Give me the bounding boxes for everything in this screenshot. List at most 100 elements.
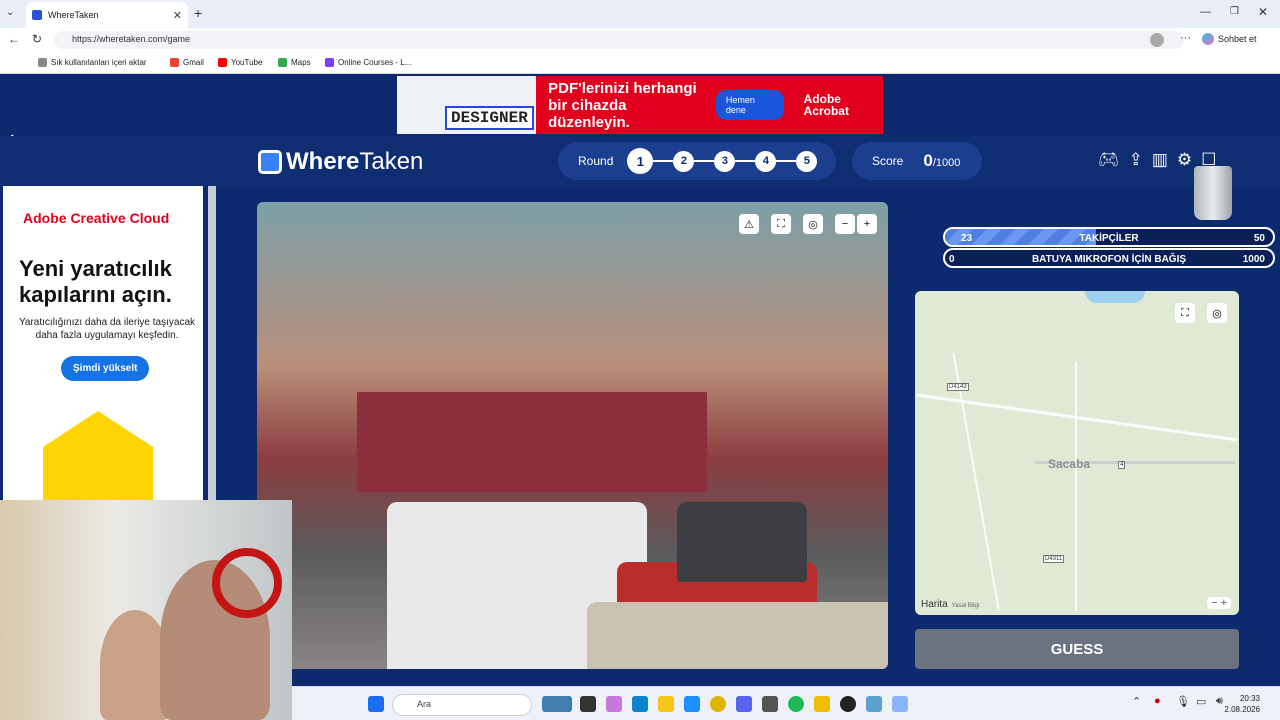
- bookmark-label: Sık kullanılanları içeri aktar: [51, 58, 147, 67]
- webcam-cup-overlay: [1194, 166, 1232, 220]
- game-header: Where Taken Round 1 2 3 4 5 Score 0/1000 …: [0, 136, 1280, 186]
- spotify-icon[interactable]: [788, 696, 804, 712]
- donation-goal-bar: 0 BATUYA MIKROFON İÇİN BAĞIŞ 1000: [943, 248, 1275, 268]
- close-window-icon[interactable]: ✕: [1258, 5, 1268, 19]
- url-field[interactable]: https://wheretaken.com/game: [54, 31, 1184, 49]
- ad-designer-label: DESIGNER: [445, 106, 534, 130]
- map-water: [1085, 291, 1145, 303]
- ad-cta-button[interactable]: Hemen dene: [715, 90, 784, 120]
- ad-headline: PDF'lerinizi herhangi bir cihazda düzenl…: [548, 79, 697, 131]
- map-attribution: Harita Yasal Bilgi: [921, 599, 979, 610]
- app-icon[interactable]: [892, 696, 908, 712]
- report-icon[interactable]: ⚠: [739, 214, 759, 234]
- app-icon[interactable]: [866, 696, 882, 712]
- map-city-label: Sacaba: [1048, 457, 1091, 471]
- map-attribution-text: Harita: [921, 599, 948, 610]
- photo-wall: [357, 392, 707, 492]
- tray-app-icon[interactable]: ●: [1154, 695, 1161, 707]
- refresh-icon[interactable]: ↻: [32, 32, 42, 46]
- stats-icon[interactable]: ▥: [1152, 150, 1168, 170]
- tab-list-icon[interactable]: ⌄: [6, 7, 14, 18]
- network-icon[interactable]: ▭: [1196, 695, 1206, 708]
- webcam-overlay: [0, 500, 292, 720]
- youtube-icon: [218, 58, 227, 67]
- volume-icon[interactable]: 🔊︎: [1216, 695, 1223, 708]
- score-value: 0/1000: [923, 151, 960, 171]
- bookmark-import[interactable]: Sık kullanılanları içeri aktar: [38, 58, 147, 67]
- app-icon[interactable]: [762, 696, 778, 712]
- windows-taskbar: Ara ⌃ ● 🎙︎ ▭ 🔊︎ 20:33 2.08.2026: [292, 686, 1280, 720]
- guess-map[interactable]: ⛶ ◎ D4143 Sacaba 4 D4311 Harita Yasal Bil…: [915, 291, 1239, 615]
- copilot-taskbar-icon[interactable]: [606, 696, 622, 712]
- fullscreen-icon[interactable]: ⛶: [771, 214, 791, 234]
- photo-car: [587, 602, 888, 669]
- map-road-label: 4: [1118, 461, 1126, 469]
- ad-brand: Adobe Acrobat: [803, 92, 849, 118]
- score-label: Score: [872, 154, 904, 168]
- round-connector: [694, 160, 715, 162]
- round-connector: [776, 160, 797, 162]
- taskbar-clock[interactable]: 20:33 2.08.2026: [1224, 693, 1260, 715]
- share-icon[interactable]: ⇪: [1129, 150, 1143, 170]
- close-tab-icon[interactable]: ✕: [173, 9, 182, 22]
- ad-scrollbar[interactable]: [208, 186, 216, 501]
- bookmark-label: Maps: [291, 58, 311, 67]
- copilot-button[interactable]: Sohbet et: [1202, 33, 1257, 45]
- donation-label: BATUYA MIKROFON İÇİN BAĞIŞ: [1031, 254, 1187, 265]
- file-explorer-icon[interactable]: [658, 696, 674, 712]
- edge-icon[interactable]: [632, 696, 648, 712]
- store-icon[interactable]: [684, 696, 700, 712]
- profile-avatar[interactable]: [1150, 33, 1164, 47]
- bookmark-label: Online Courses - L...: [338, 58, 412, 67]
- obs-icon[interactable]: [840, 696, 856, 712]
- start-icon[interactable]: [368, 696, 384, 712]
- browser-tab-bar: ⌄ WhereTaken ✕ + — ❐ ✕: [0, 0, 1280, 28]
- browser-tab[interactable]: WhereTaken ✕: [26, 2, 188, 28]
- discord-icon[interactable]: [736, 696, 752, 712]
- headset-icon: [212, 548, 282, 618]
- app-icon[interactable]: [814, 696, 830, 712]
- round-5: 5: [796, 150, 818, 172]
- bookmark-online-courses[interactable]: Online Courses - L...: [325, 58, 411, 67]
- gmail-icon: [170, 58, 179, 67]
- taskbar-search[interactable]: Ara: [392, 694, 532, 716]
- task-view-icon[interactable]: [580, 696, 596, 712]
- street-photo[interactable]: ⚠ ⛶ ◎ − +: [257, 202, 888, 669]
- map-zoom-controls[interactable]: − +: [1207, 597, 1231, 609]
- copilot-icon: [1202, 33, 1214, 45]
- side-ad-illustration: [43, 411, 153, 501]
- widgets-icon[interactable]: [542, 696, 572, 712]
- gamepad-icon[interactable]: 🎮︎: [1098, 150, 1120, 170]
- clock-time: 20:33: [1239, 694, 1260, 703]
- followers-target: 50: [1253, 233, 1265, 244]
- clock-date: 2.08.2026: [1224, 705, 1260, 714]
- round-4: 4: [755, 150, 777, 172]
- map-legal-link[interactable]: Yasal Bilgi: [952, 603, 980, 609]
- map-recenter-icon[interactable]: ◎: [1207, 303, 1227, 323]
- round-3: 3: [714, 150, 736, 172]
- side-ad-cta-button[interactable]: Şimdi yükselt: [61, 356, 150, 381]
- followers-label: TAKİPÇİLER: [1079, 233, 1139, 244]
- minimize-icon[interactable]: —: [1200, 6, 1211, 18]
- tray-chevron-icon[interactable]: ⌃: [1132, 695, 1141, 708]
- wheretaken-logo[interactable]: Where Taken: [258, 148, 423, 176]
- zoom-in-icon[interactable]: +: [857, 214, 877, 234]
- recenter-icon[interactable]: ◎: [803, 214, 823, 234]
- microphone-icon[interactable]: 🎙︎: [1176, 695, 1190, 708]
- bookmark-gmail[interactable]: Gmail: [170, 58, 204, 67]
- chrome-icon[interactable]: [710, 696, 726, 712]
- more-menu-icon[interactable]: ···: [1180, 32, 1191, 44]
- map-expand-icon[interactable]: ⛶: [1175, 303, 1195, 323]
- side-banner-ad[interactable]: Adobe Creative Cloud Yeni yaratıcılık ka…: [3, 186, 203, 501]
- top-banner-ad[interactable]: DESIGNER PDF'lerinizi herhangi bir cihaz…: [397, 76, 883, 134]
- bookmark-youtube[interactable]: YouTube: [218, 58, 262, 67]
- new-tab-icon[interactable]: +: [194, 5, 202, 21]
- guess-button[interactable]: GUESS: [915, 629, 1239, 669]
- bookmark-maps[interactable]: Maps: [278, 58, 311, 67]
- restore-icon[interactable]: ❐: [1230, 6, 1239, 17]
- bookmarks-bar: Sık kullanılanları içeri aktar Gmail You…: [0, 52, 1280, 74]
- round-indicator: Round 1 2 3 4 5: [558, 142, 836, 180]
- settings-icon[interactable]: ⚙: [1177, 150, 1192, 170]
- back-icon[interactable]: ←: [8, 32, 20, 46]
- zoom-out-icon[interactable]: −: [835, 214, 855, 234]
